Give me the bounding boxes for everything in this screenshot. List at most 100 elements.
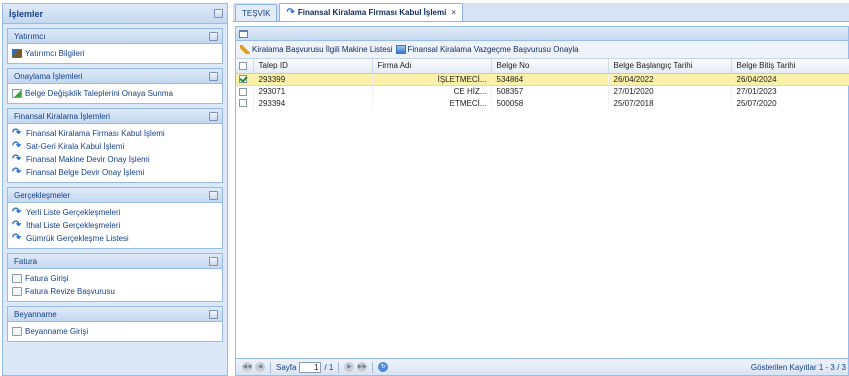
previous-page-icon[interactable]: ◀ [255,362,265,372]
section-gerceklesmeler: Gerçekleşmeler ↷ Yerli Liste Gerçekleşme… [7,187,223,249]
approve-doc-icon [12,89,22,98]
process-arrow-icon: ↷ [12,219,22,231]
process-arrow-icon: ↷ [12,232,22,244]
nav-item-label: Belge Değişiklik Taleplerini Onaya Sunma [25,89,173,98]
page-number-input[interactable]: 1 [299,361,322,373]
column-header-firma-adi[interactable]: Firma Adı [372,59,492,74]
section-header[interactable]: Finansal Kiralama İşlemleri [8,109,222,124]
window-icon [239,29,248,38]
section-yatirimci: Yatırımcı Yatırımcı Bilgileri [7,28,223,64]
checked-icon [239,75,247,84]
nav-item-label: Fatura Girişi [25,274,69,283]
section-title: Finansal Kiralama İşlemleri [14,111,111,121]
cell-firma-adi: ETMECİ... [372,97,492,109]
nav-item-fatura-revize[interactable]: Fatura Revize Başvurusu [12,285,218,298]
nav-item-sat-geri-kirala[interactable]: ↷ Sat-Geri Kirala Kabul İşlemi [12,140,218,153]
panel-header [236,27,848,41]
nav-item-beyanname-girisi[interactable]: Beyanname Girişi [12,325,218,338]
nav-item-gumruk-listesi[interactable]: ↷ Gümrük Gerçekleşme Listesi [12,232,218,245]
cell-belge-no: 500058 [491,97,609,109]
section-toggle-icon[interactable] [209,71,218,81]
nav-item-yerli-liste[interactable]: ↷ Yerli Liste Gerçekleşmeleri [12,206,218,219]
column-header-talep-id[interactable]: Talep ID [253,59,373,74]
column-header-baslangic[interactable]: Belge Başlangıç Tarihi [608,59,732,74]
section-toggle-icon[interactable] [209,190,218,200]
section-fatura: Fatura Fatura Girişi Fatura Revize Başvu… [7,253,223,302]
next-page-icon[interactable]: ▶ [344,362,355,372]
table-row[interactable]: 293399 İŞLETMECİ... 534864 26/04/2022 26… [236,72,849,86]
section-header[interactable]: Yatırımcı [8,29,222,44]
approve-withdrawal-button[interactable]: Finansal Kiralama Vazgeçme Başvurusu Ona… [395,45,579,54]
cell-baslangic: 26/04/2022 [608,72,732,86]
cell-talep-id: 293399 [253,72,373,86]
select-all-checkbox[interactable] [236,59,254,74]
pencil-icon [240,45,250,54]
nav-item-label: İthal Liste Gerçekleşmeleri [26,221,121,230]
section-header[interactable]: Gerçekleşmeler [8,188,222,203]
section-beyanname: Beyanname Beyanname Girişi [7,306,223,342]
separator [338,361,340,373]
section-header[interactable]: Onaylama İşlemleri [8,69,222,84]
row-checkbox[interactable] [236,97,254,109]
cell-talep-id: 293394 [253,97,373,109]
nav-item-yatirimci-bilgileri[interactable]: Yatırımcı Bilgileri [12,47,218,60]
section-toggle-icon[interactable] [209,31,218,41]
firma-adi-text: İŞLETMECİ... [437,74,487,84]
document-icon [12,327,22,336]
row-checkbox[interactable] [236,85,254,97]
cell-baslangic: 27/01/2020 [608,85,732,97]
process-arrow-icon: ↷ [12,140,22,152]
records-summary: Gösterilen Kayıtlar 1 - 3 / 3 [750,362,846,372]
tab-tesvik[interactable]: TEŞVİK [235,4,278,21]
paging-toolbar: ◀◀ ◀ Sayfa 1 / 1 ▶ ▶▶ ↻ Gösterilen Kayıt… [236,358,848,375]
section-toggle-icon[interactable] [209,256,218,266]
section-header[interactable]: Beyanname [8,307,222,322]
nav-item-belge-devir[interactable]: ↷ Finansal Belge Devir Onay İşlemi [12,166,218,179]
machine-list-button[interactable]: Kiralama Başvurusu İlgili Makine Listesi [240,45,393,54]
nav-item-firma-kabul[interactable]: ↷ Finansal Kiralama Firması Kabul İşlemi [12,127,218,140]
page-label: Sayfa [276,362,297,372]
tab-label: Finansal Kiralama Firması Kabul İşlemi [297,8,447,17]
firma-adi-text: CE HİZ... [453,86,487,96]
collapse-icon[interactable] [214,9,223,18]
nav-item-label: Beyanname Girişi [25,327,89,336]
cell-belge-no: 534864 [491,72,609,86]
nav-item-label: Yatırımcı Bilgileri [25,49,85,58]
nav-item-belge-degisiklik[interactable]: Belge Değişiklik Taleplerini Onaya Sunma [12,87,218,100]
nav-item-label: Yerli Liste Gerçekleşmeleri [26,208,121,217]
nav-item-label: Sat-Geri Kirala Kabul İşlemi [26,142,125,151]
process-arrow-icon: ↷ [12,127,22,139]
button-label: Kiralama Başvurusu İlgili Makine Listesi [252,45,393,54]
close-icon[interactable]: × [451,8,456,17]
first-page-icon[interactable]: ◀◀ [242,362,252,372]
document-icon [12,287,22,296]
last-page-icon[interactable]: ▶▶ [357,362,368,372]
nav-item-ithal-liste[interactable]: ↷ İthal Liste Gerçekleşmeleri [12,219,218,232]
nav-item-makine-devir[interactable]: ↷ Finansal Makine Devir Onay İşlemi [12,153,218,166]
column-header-bitis[interactable]: Belge Bitiş Tarihi [731,59,849,74]
cell-talep-id: 293071 [253,85,373,97]
section-toggle-icon[interactable] [209,309,218,319]
separator [270,361,271,373]
cell-firma-adi: CE HİZ... [372,85,492,97]
section-title: Fatura [14,256,38,266]
table-row[interactable]: 293394 ETMECİ... 500058 25/07/2018 25/07… [236,97,849,109]
row-checkbox[interactable] [236,72,254,86]
toolbar: Kiralama Başvurusu İlgili Makine Listesi… [236,41,848,59]
form-icon [395,45,406,54]
navigation-header: İşlemler [3,4,227,24]
tab-finansal-kiralama-kabul[interactable]: ↷ Finansal Kiralama Firması Kabul İşlemi… [279,3,464,21]
content-panel: Kiralama Başvurusu İlgili Makine Listesi… [235,26,849,376]
nav-item-label: Fatura Revize Başvurusu [25,287,115,296]
section-title: Yatırımcı [14,31,46,41]
refresh-icon[interactable]: ↻ [378,362,389,372]
main-area: TEŞVİK ↷ Finansal Kiralama Firması Kabul… [233,3,849,376]
nav-item-fatura-girisi[interactable]: Fatura Girişi [12,272,218,285]
column-header-belge-no[interactable]: Belge No [491,59,609,74]
table-row[interactable]: 293071 CE HİZ... 508357 27/01/2020 27/01… [236,85,849,97]
section-header[interactable]: Fatura [8,254,222,269]
tab-strip: TEŞVİK ↷ Finansal Kiralama Firması Kabul… [233,3,849,22]
section-toggle-icon[interactable] [209,111,218,121]
page-total: / 1 [324,362,334,372]
separator [372,361,374,373]
